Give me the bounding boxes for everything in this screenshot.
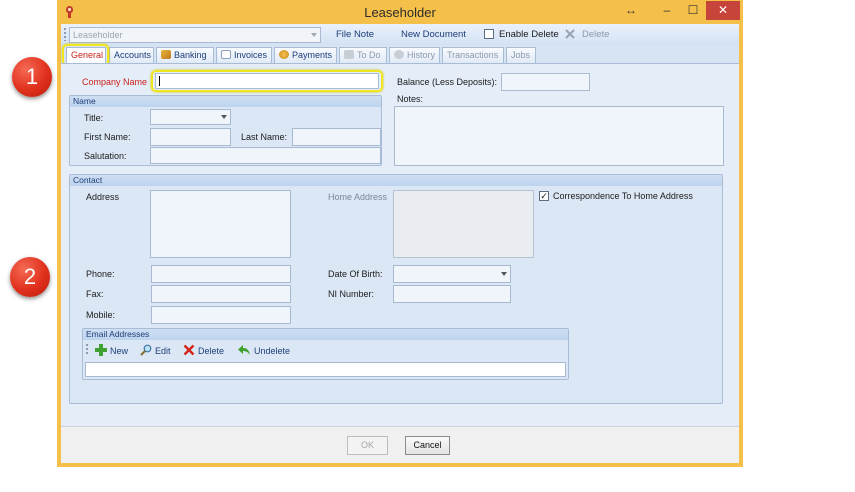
first-name-input[interactable] [150,128,231,146]
title-label: Title: [84,113,104,123]
notes-label: Notes: [397,94,424,104]
fax-input[interactable] [151,285,291,303]
company-name-highlight [151,70,383,92]
resize-icon[interactable]: ↔ [623,1,639,20]
email-toolbar: New Edit Delete Undelete [83,340,568,359]
email-edit-button[interactable]: Edit [140,344,171,358]
tab-banking[interactable]: Banking [156,47,214,63]
history-icon [394,50,404,59]
phone-label: Phone: [86,269,115,279]
dialog-footer: OK Cancel [61,426,739,463]
red-x-icon [183,344,195,358]
tab-accounts[interactable]: Accounts [109,47,154,63]
leaseholder-select-value: Leaseholder [73,30,123,40]
email-addresses-group: Email Addresses New Edit Delete Undelete [82,328,569,380]
tab-to-do[interactable]: To Do [339,47,387,63]
tab-jobs[interactable]: Jobs [506,47,536,63]
address-label: Address [86,192,120,202]
enable-delete-label: Enable Delete [499,29,559,40]
correspondence-checkbox[interactable]: ✓ [539,191,549,201]
first-name-label: First Name: [84,132,131,142]
fax-label: Fax: [86,289,104,299]
tab-history-label: History [407,50,436,60]
correspondence-label: Correspondence To Home Address [553,191,693,201]
general-tab-content: Company Name Balance (Less Deposits): No… [61,63,739,426]
step-marker-1: 1 [12,57,52,97]
email-undelete-button[interactable]: Undelete [237,344,290,358]
new-document-button[interactable]: New Document [401,29,466,40]
close-button[interactable]: ✕ [706,1,740,20]
email-toolbar-grip[interactable] [86,344,88,356]
tab-invoices[interactable]: Invoices [216,47,272,63]
undo-arrow-icon [237,344,251,358]
leaseholder-window: Leaseholder ↔ – ☐ ✕ Leaseholder File Not… [57,0,743,467]
title-select[interactable] [150,109,231,125]
email-undelete-label: Undelete [254,346,291,356]
chevron-down-icon [311,33,317,37]
step-marker-2: 2 [10,257,50,297]
balance-label: Balance (Less Deposits): [397,77,498,87]
date-of-birth-select[interactable] [393,265,511,283]
ok-button[interactable]: OK [347,436,388,455]
delete-x-icon [564,28,576,42]
notes-textarea[interactable] [394,106,724,166]
to-do-icon [344,50,354,59]
name-group: Name Title: First Name: Last Name: Salut… [69,95,382,166]
email-new-label: New [110,346,129,356]
phone-input[interactable] [151,265,291,283]
ni-number-input[interactable] [393,285,511,303]
minimize-button[interactable]: – [654,1,680,20]
email-list[interactable] [85,362,566,377]
company-name-label: Company Name [82,77,148,87]
tab-transactions-label: Transactions [447,50,499,60]
tab-payments-label: Payments [292,50,333,60]
tab-history[interactable]: History [389,47,440,63]
invoices-icon [221,50,231,59]
home-address-label: Home Address [328,192,388,202]
tab-invoices-label: Invoices [234,50,268,60]
name-group-title: Name [70,96,381,107]
email-delete-button[interactable]: Delete [183,344,224,358]
salutation-label: Salutation: [84,151,127,161]
tab-jobs-label: Jobs [511,50,531,60]
email-delete-label: Delete [198,346,225,356]
last-name-label: Last Name: [241,132,288,142]
window-title: Leaseholder [364,5,436,20]
delete-button[interactable]: Delete [582,29,609,40]
toolbar: Leaseholder File Note New Document Enabl… [61,24,739,45]
window-client: Leaseholder File Note New Document Enabl… [61,24,739,463]
tab-banking-label: Banking [174,50,207,60]
file-note-button[interactable]: File Note [336,29,374,40]
mobile-label: Mobile: [86,310,116,320]
payments-icon [279,50,289,59]
last-name-input[interactable] [292,128,381,146]
plus-icon [95,344,107,358]
email-addresses-title: Email Addresses [83,329,568,340]
ni-number-label: NI Number: [328,289,375,299]
chevron-down-icon [221,115,227,119]
balance-field [501,73,590,91]
tab-payments[interactable]: Payments [274,47,337,63]
title-bar[interactable]: Leaseholder ↔ – ☐ ✕ [57,0,743,24]
contact-group: Contact Address Home Address ✓ Correspon… [69,174,723,404]
contact-group-title: Contact [70,175,722,186]
tab-transactions[interactable]: Transactions [442,47,504,63]
leaseholder-select[interactable]: Leaseholder [69,27,321,43]
salutation-input[interactable] [150,147,381,164]
cancel-button[interactable]: Cancel [405,436,450,455]
email-new-button[interactable]: New [95,344,128,358]
address-textarea[interactable] [150,190,291,258]
magnifier-icon [140,344,152,358]
tab-accounts-label: Accounts [114,50,152,60]
enable-delete-checkbox[interactable] [484,29,494,39]
maximize-button[interactable]: ☐ [680,1,706,20]
mobile-input[interactable] [151,306,291,324]
email-edit-label: Edit [155,346,171,356]
tab-to-do-label: To Do [357,50,381,60]
banking-icon [161,50,171,59]
date-of-birth-label: Date Of Birth: [328,269,383,279]
home-address-textarea[interactable] [393,190,534,258]
toolbar-grip[interactable] [64,28,66,41]
chevron-down-icon [501,272,507,276]
